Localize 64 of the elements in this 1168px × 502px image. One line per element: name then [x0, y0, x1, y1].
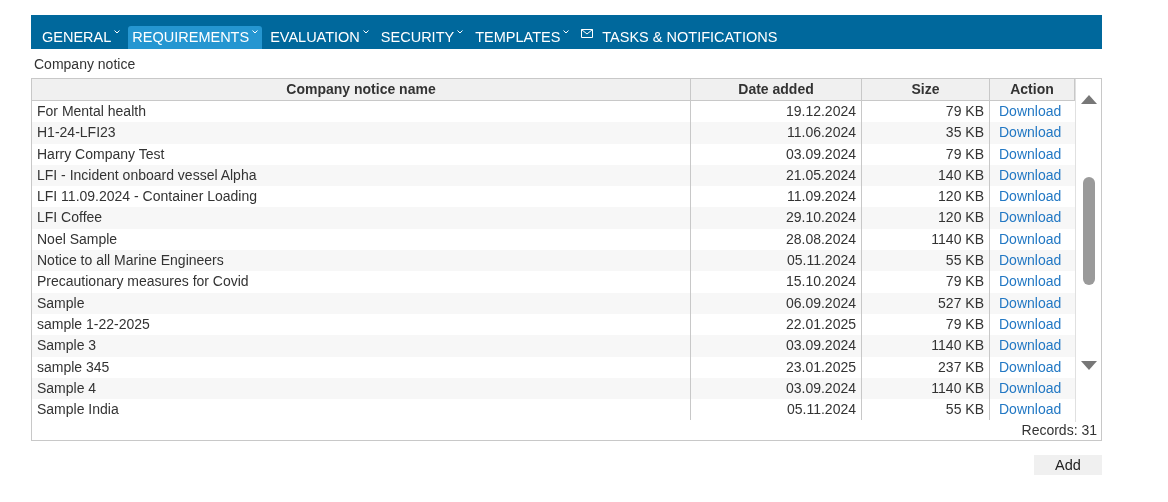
menu-tab[interactable]: TASKS & NOTIFICATIONS: [577, 26, 782, 49]
table-cell: 1140 KB: [862, 377, 990, 400]
table-cell: Notice to all Marine Engineers: [32, 250, 691, 272]
menu-tab[interactable]: EVALUATION: [266, 26, 373, 49]
table-cell: Sample 3: [32, 335, 691, 357]
envelope-icon: [581, 28, 594, 38]
table-cell: LFI - Incident onboard vessel Alpha: [32, 164, 691, 187]
table-cell: 140 KB: [862, 164, 990, 187]
table-cell: 23.01.2025: [691, 356, 862, 378]
menu-tab[interactable]: TEMPLATES: [471, 26, 574, 49]
table-cell: 05.11.2024: [691, 250, 862, 272]
records-count: Records: 31: [1021, 422, 1097, 438]
table-cell: 15.10.2024: [691, 271, 862, 293]
scroll-thumb[interactable]: [1082, 177, 1095, 285]
download-link[interactable]: Download: [999, 209, 1062, 226]
table-cell: 29.10.2024: [691, 207, 862, 229]
column-header: Size: [862, 79, 990, 100]
table-cell: 1140 KB: [862, 335, 990, 357]
table-cell: Sample: [32, 292, 691, 314]
table-cell: 55 KB: [862, 399, 990, 421]
download-link[interactable]: Download: [999, 230, 1062, 247]
table-cell: 35 KB: [862, 122, 990, 144]
download-link[interactable]: Download: [999, 294, 1062, 311]
table-cell: 11.06.2024: [691, 122, 862, 144]
table-cell: Sample India: [32, 399, 691, 421]
table-cell: 55 KB: [862, 250, 990, 272]
table-cell: 120 KB: [862, 207, 990, 229]
column-header: Date added: [691, 79, 862, 100]
download-link[interactable]: Download: [999, 166, 1062, 183]
download-link[interactable]: Download: [999, 188, 1062, 205]
download-link[interactable]: Download: [999, 337, 1062, 354]
download-link[interactable]: Download: [999, 315, 1062, 332]
section-title: Company notice: [33, 55, 137, 74]
download-link[interactable]: Download: [999, 273, 1062, 290]
download-link[interactable]: Download: [999, 379, 1062, 396]
menu-tab[interactable]: GENERAL: [38, 26, 125, 49]
table-cell: sample 345: [32, 356, 691, 378]
menu-tab[interactable]: REQUIREMENTS: [128, 26, 263, 49]
table-cell: 03.09.2024: [691, 335, 862, 357]
table-cell: 237 KB: [862, 356, 990, 378]
download-link[interactable]: Download: [999, 358, 1062, 375]
table-cell: 79 KB: [862, 143, 990, 165]
table-cell: LFI Coffee: [32, 207, 691, 229]
table-cell: 03.09.2024: [691, 377, 862, 400]
table-cell: Sample 4: [32, 377, 691, 400]
table-cell: Precautionary measures for Covid: [32, 271, 691, 293]
download-link[interactable]: Download: [999, 103, 1062, 119]
download-link[interactable]: Download: [999, 145, 1062, 162]
table-cell: 79 KB: [862, 271, 990, 293]
table-cell: Harry Company Test: [32, 143, 691, 165]
add-button[interactable]: Add: [1034, 455, 1102, 475]
scroll-down-icon[interactable]: [1080, 361, 1097, 371]
table-cell: H1-24-LFI23: [32, 122, 691, 144]
table-cell: 527 KB: [862, 292, 990, 314]
scroll-up-icon[interactable]: [1080, 94, 1097, 104]
column-header: Company notice name: [32, 79, 691, 100]
table-cell: 03.09.2024: [691, 143, 862, 165]
table-cell: 05.11.2024: [691, 399, 862, 421]
download-link[interactable]: Download: [999, 401, 1062, 418]
menu-tab[interactable]: SECURITY: [376, 26, 468, 49]
table-cell: 06.09.2024: [691, 292, 862, 314]
table-cell: 21.05.2024: [691, 164, 862, 187]
download-link[interactable]: Download: [999, 252, 1062, 269]
download-link[interactable]: Download: [999, 124, 1062, 141]
